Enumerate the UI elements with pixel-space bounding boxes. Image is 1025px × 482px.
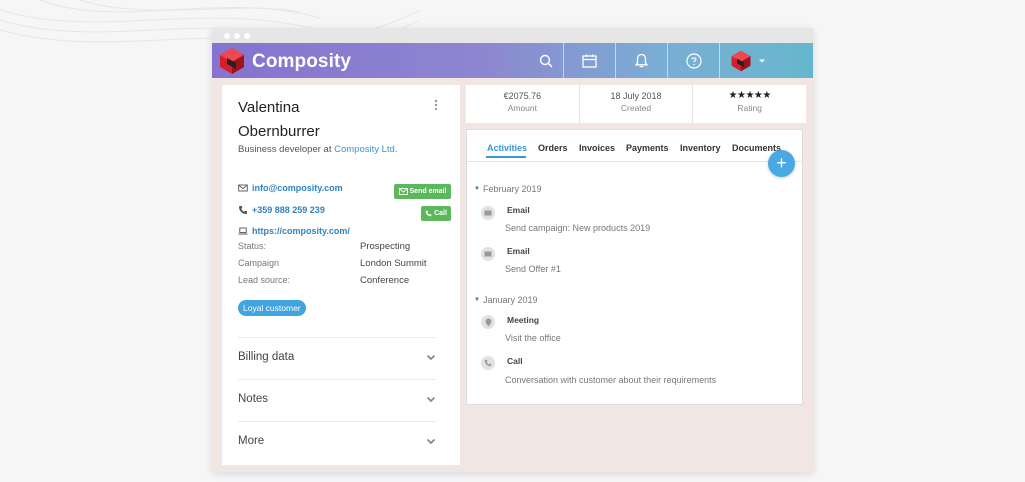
month-header[interactable]: ▼ January 2019 [474, 295, 538, 305]
composity-logo-icon[interactable] [218, 47, 246, 75]
divider [238, 421, 436, 422]
email-icon [481, 247, 495, 261]
caret-down-icon [759, 59, 765, 62]
help-button[interactable] [668, 43, 719, 78]
month-label: January 2019 [482, 295, 538, 305]
role-prefix: Business developer at [238, 144, 332, 155]
divider [238, 379, 436, 380]
phone-contact[interactable]: +359 888 259 239 [238, 205, 325, 215]
email-link[interactable]: info@composity.com [252, 183, 343, 193]
chevron-down-icon [426, 396, 436, 402]
location-pin-icon [481, 315, 495, 329]
call-button[interactable]: Call [421, 206, 451, 221]
app-header: Composity [212, 43, 813, 78]
user-menu-icon [731, 50, 751, 71]
month-header[interactable]: ▼ February 2019 [474, 184, 542, 194]
phone-icon [425, 210, 432, 217]
notes-section[interactable]: Notes [238, 393, 436, 405]
activity-panel: Activities Orders Invoices Payments Inve… [466, 129, 803, 405]
created-label: Created [620, 103, 652, 113]
phone-icon [239, 206, 247, 214]
contact-name: Valentina Obernburrer [238, 96, 320, 144]
window-dot [244, 33, 250, 39]
stats-bar: €2075.76 Amount 18 July 2018 Created ★★★… [466, 85, 806, 123]
envelope-icon [398, 188, 408, 195]
activity-type[interactable]: Meeting [507, 315, 539, 325]
chevron-down-icon [426, 354, 436, 360]
phone-link[interactable]: +359 888 259 239 [252, 205, 325, 215]
created-value: 18 July 2018 [610, 91, 662, 101]
contact-card: Valentina Obernburrer Business developer… [222, 85, 460, 465]
website-contact[interactable]: https://composity.com/ [238, 226, 350, 236]
website-link[interactable]: https://composity.com/ [252, 226, 350, 236]
amount-label: Amount [507, 103, 537, 113]
more-options-icon[interactable] [434, 99, 438, 111]
window-titlebar [212, 28, 813, 43]
phone-icon [481, 356, 495, 370]
contact-last-name: Obernburrer [238, 123, 320, 140]
window-dot [224, 33, 230, 39]
month-label: February 2019 [482, 184, 542, 194]
tab-inventory[interactable]: Inventory [680, 143, 721, 153]
activity-type[interactable]: Email [507, 205, 530, 215]
user-menu-button[interactable] [720, 43, 776, 78]
section-label: More [238, 435, 265, 447]
envelope-icon [238, 184, 248, 192]
tab-orders[interactable]: Orders [538, 143, 568, 153]
activity-description[interactable]: Conversation with customer about their r… [505, 375, 716, 385]
rating-label: Rating [737, 103, 762, 113]
send-email-label: Send email [409, 188, 447, 195]
app-window: Composity Valentina Obernburrer Business… [212, 28, 813, 472]
caret-down-icon: ▼ [474, 186, 480, 192]
activity-type[interactable]: Call [507, 356, 523, 366]
contact-first-name: Valentina [238, 99, 300, 116]
section-label: Notes [238, 393, 269, 405]
email-icon [481, 206, 495, 220]
email-contact[interactable]: info@composity.com [238, 183, 343, 193]
more-section[interactable]: More [238, 435, 436, 447]
billing-data-section[interactable]: Billing data [238, 351, 436, 363]
search-icon [539, 54, 553, 68]
window-dot [234, 33, 240, 39]
amount-value: €2075.76 [503, 91, 542, 101]
status-value: Prospecting [360, 241, 411, 252]
caret-down-icon: ▼ [474, 297, 480, 303]
tab-activities[interactable]: Activities [487, 143, 527, 153]
campaign-label: Campaign [238, 258, 280, 268]
bell-icon [635, 53, 648, 68]
calendar-button[interactable] [564, 43, 615, 78]
contact-role: Business developer at Composity Ltd. [238, 143, 413, 157]
customer-tag[interactable]: Loyal customer [238, 300, 306, 316]
tab-invoices[interactable]: Invoices [579, 143, 615, 153]
brand-name[interactable]: Composity [252, 51, 351, 73]
tab-payments[interactable]: Payments [626, 143, 669, 153]
stat-created: 18 July 2018 Created [580, 85, 694, 123]
activity-type[interactable]: Email [507, 246, 530, 256]
calendar-icon [582, 54, 597, 68]
activity-description[interactable]: Visit the office [505, 333, 561, 343]
company-link[interactable]: Composity Ltd. [334, 144, 397, 155]
status-label: Status: [238, 241, 267, 251]
send-email-button[interactable]: Send email [394, 184, 451, 199]
campaign-value: London Summit [360, 258, 427, 269]
activity-description[interactable]: Send campaign: New products 2019 [505, 223, 650, 233]
add-activity-button[interactable]: + [768, 150, 795, 177]
lead-source-value: Conference [360, 275, 410, 286]
section-label: Billing data [238, 351, 295, 363]
active-tab-underline [486, 156, 526, 158]
stat-amount: €2075.76 Amount [466, 85, 580, 123]
lead-source-label: Lead source: [238, 275, 291, 285]
help-icon [685, 52, 702, 69]
divider [238, 337, 436, 338]
laptop-icon [238, 227, 248, 235]
chevron-down-icon [426, 438, 436, 444]
stat-rating: ★★★★★ Rating [693, 85, 806, 123]
notifications-button[interactable] [616, 43, 667, 78]
rating-stars: ★★★★★ [728, 90, 772, 101]
activity-description[interactable]: Send Offer #1 [505, 264, 561, 274]
call-label: Call [434, 210, 447, 217]
tab-bar: Activities Orders Invoices Payments Inve… [467, 130, 802, 162]
